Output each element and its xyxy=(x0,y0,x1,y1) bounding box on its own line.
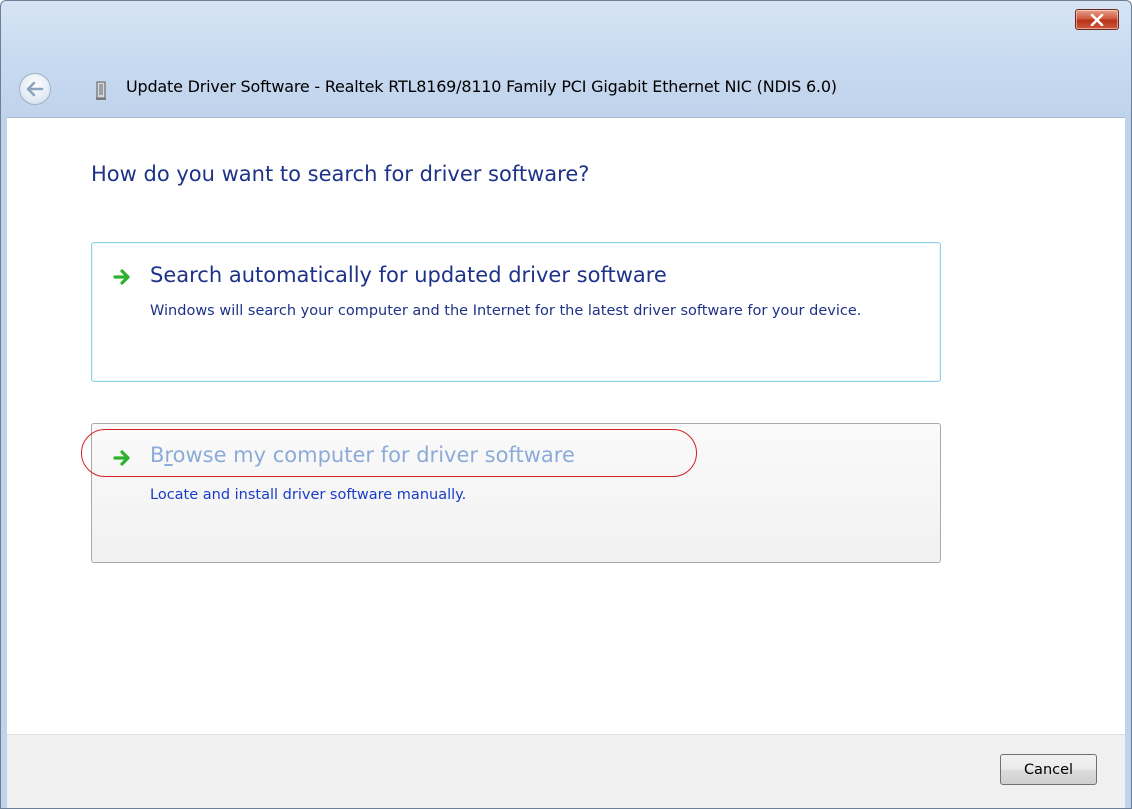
green-arrow-icon xyxy=(113,450,130,466)
back-button[interactable] xyxy=(19,73,51,105)
browse-computer-description: Locate and install driver software manua… xyxy=(150,487,467,503)
network-adapter-icon xyxy=(96,81,106,100)
page-heading: How do you want to search for driver sof… xyxy=(91,162,590,186)
cancel-button[interactable]: Cancel xyxy=(1000,754,1097,785)
browse-title-accesskey: r xyxy=(164,443,173,467)
window-title: Update Driver Software - Realtek RTL8169… xyxy=(126,77,837,96)
browse-computer-option[interactable]: Browse my computer for driver software L… xyxy=(81,423,941,563)
search-automatically-description: Windows will search your computer and th… xyxy=(150,303,862,319)
close-button[interactable] xyxy=(1075,9,1119,30)
green-arrow-icon xyxy=(113,269,130,285)
back-arrow-icon xyxy=(26,81,44,97)
browse-title-prefix: B xyxy=(150,443,165,467)
footer-bar: Cancel xyxy=(7,734,1125,808)
search-automatically-option[interactable]: Search automatically for updated driver … xyxy=(91,242,941,382)
close-icon xyxy=(1090,13,1104,26)
content-area: How do you want to search for driver sof… xyxy=(7,117,1125,734)
search-automatically-title: Search automatically for updated driver … xyxy=(150,263,667,287)
browse-computer-title: Browse my computer for driver software xyxy=(150,443,575,467)
browse-title-rest: owse my computer for driver software xyxy=(172,443,575,467)
update-driver-window: Update Driver Software - Realtek RTL8169… xyxy=(0,0,1132,809)
